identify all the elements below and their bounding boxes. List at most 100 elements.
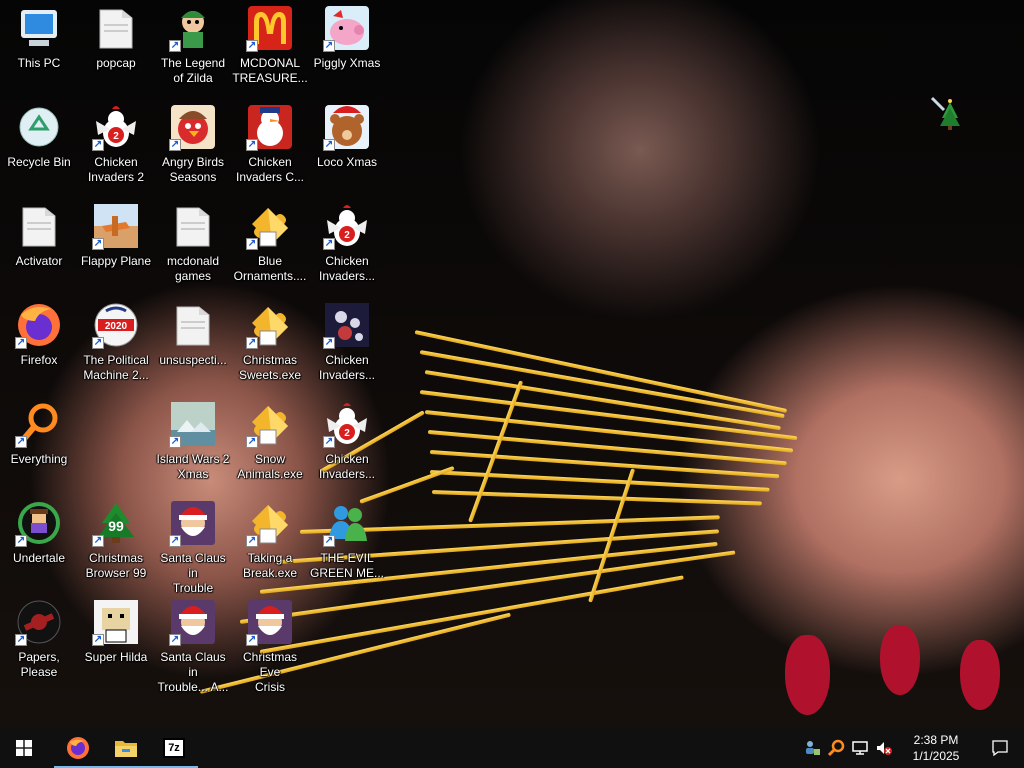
christmas-tree-cursor-icon: [930, 96, 960, 130]
desktop-icon-label: Recycle Bin: [7, 155, 71, 169]
shortcut-arrow-icon: ↗: [246, 535, 258, 547]
desktop-icon-undertale[interactable]: ↗ Undertale: [1, 499, 77, 595]
snowman-icon: ↗: [246, 103, 294, 151]
network-icon[interactable]: [848, 728, 872, 768]
shortcut-arrow-icon: ↗: [246, 634, 258, 646]
desktop-icon-label: Activator: [15, 254, 63, 268]
desktop-icon-label: popcap: [96, 56, 136, 70]
desktop-icon-mcdonal-treasure[interactable]: ↗ MCDONAL TREASURE...: [232, 4, 308, 100]
desktop-icon-angry-birds-seasons[interactable]: ↗ Angry Birds Seasons: [155, 103, 231, 199]
desktop-icon-christmas-eve-crisis[interactable]: ↗ Christmas Eve Crisis: [232, 598, 308, 694]
shortcut-arrow-icon: ↗: [15, 634, 27, 646]
desktop-icon-papers-please[interactable]: ↗ Papers, Please: [1, 598, 77, 694]
7zip-icon: 7z: [163, 738, 185, 758]
desktop-icon-the-political-machine-2[interactable]: 2020 ↗ The Political Machine 2...: [78, 301, 154, 397]
desktop-icon-label: The Political Machine 2...: [83, 353, 149, 382]
desktop-icon-this-pc[interactable]: This PC: [1, 4, 77, 100]
action-center-button[interactable]: [976, 728, 1024, 768]
desktop-icon-flappy-plane[interactable]: ↗ Flappy Plane: [78, 202, 154, 298]
desktop-icon-loco-xmas[interactable]: ↗ Loco Xmas: [309, 103, 385, 199]
desktop-icon-chicken-invaders-2[interactable]: 2 ↗ Chicken Invaders 2: [78, 103, 154, 199]
clock-time: 2:38 PM: [913, 733, 959, 747]
folder-icon: [169, 202, 217, 250]
desktop-icon-chicken-invaders[interactable]: 2 ↗ Chicken Invaders...: [309, 400, 385, 496]
desktop-icon-label: Chicken Invaders...: [318, 353, 376, 382]
desktop-icon-snow-animals-exe[interactable]: ↗ Snow Animals.exe: [232, 400, 308, 496]
shortcut-arrow-icon: ↗: [246, 436, 258, 448]
shortcut-arrow-icon: ↗: [15, 436, 27, 448]
desktop-icon-label: Angry Birds Seasons: [161, 155, 225, 184]
windows-logo-icon: [16, 740, 32, 756]
desktop-icon-chicken-invaders-c[interactable]: ↗ Chicken Invaders C...: [232, 103, 308, 199]
chicken-icon: 2 ↗: [323, 400, 371, 448]
undertale-icon: ↗: [15, 499, 63, 547]
messenger-icon: ↗: [323, 499, 371, 547]
clock-date: 1/1/2025: [912, 749, 960, 763]
desktop-icon-taking-a-break-exe[interactable]: ↗ Taking a Break.exe: [232, 499, 308, 595]
shortcut-arrow-icon: ↗: [169, 535, 181, 547]
desktop-icon-activator[interactable]: Activator: [1, 202, 77, 298]
7zip-taskbar-button[interactable]: 7z: [150, 728, 198, 768]
desktop-icon-label: MCDONAL TREASURE...: [232, 56, 308, 85]
shortcut-arrow-icon: ↗: [92, 634, 104, 646]
santa-icon: ↗: [246, 598, 294, 646]
desktop-icon-mcdonald-games[interactable]: mcdonald games: [155, 202, 231, 298]
desktop-icon-the-legend-of-zilda[interactable]: ↗ The Legend of Zilda: [155, 4, 231, 100]
desktop-icon-christmas-browser-99[interactable]: 99 ↗ Christmas Browser 99: [78, 499, 154, 595]
folder-icon: [15, 202, 63, 250]
shortcut-arrow-icon: ↗: [169, 436, 181, 448]
shortcut-arrow-icon: ↗: [323, 238, 335, 250]
firefox-icon: ↗: [15, 301, 63, 349]
desktop-icon-santa-claus-in-trouble[interactable]: ↗ Santa Claus in Trouble: [155, 499, 231, 595]
desktop-icon-label: Blue Ornaments....: [233, 254, 307, 283]
desktop-icon-label: Everything: [10, 452, 68, 466]
firefox-icon: [67, 737, 89, 759]
user-network-icon[interactable]: [800, 728, 824, 768]
desktop-icon-unsuspecti[interactable]: unsuspecti...: [155, 301, 231, 397]
desktop-icon-firefox[interactable]: ↗ Firefox: [1, 301, 77, 397]
shortcut-arrow-icon: ↗: [92, 238, 104, 250]
bear-icon: ↗: [323, 103, 371, 151]
folder-icon: [92, 4, 140, 52]
desktop-icon-label: Santa Claus in Trouble... A...: [157, 650, 229, 694]
firefox-taskbar-button[interactable]: [54, 728, 102, 768]
desktop-icon-label: Christmas Browser 99: [85, 551, 147, 580]
svg-text:99: 99: [108, 518, 124, 534]
taskbar-clock[interactable]: 2:38 PM 1/1/2025: [896, 732, 976, 764]
santa-icon: ↗: [169, 598, 217, 646]
folder-icon: [115, 741, 137, 757]
shortcut-arrow-icon: ↗: [169, 139, 181, 151]
desktop-icon-recycle-bin[interactable]: Recycle Bin: [1, 103, 77, 199]
desktop-icon-label: Chicken Invaders...: [318, 254, 376, 283]
desktop-icon-island-wars-2-xmas[interactable]: ↗ Island Wars 2 Xmas: [155, 400, 231, 496]
shortcut-arrow-icon: ↗: [15, 337, 27, 349]
puzzle-icon: ↗: [246, 499, 294, 547]
desktop-icon-everything[interactable]: ↗ Everything: [1, 400, 77, 496]
shortcut-arrow-icon: ↗: [92, 139, 104, 151]
desktop[interactable]: This PC popcap ↗ The Legend of Zilda ↗ MCDONA…: [0, 0, 1024, 728]
volume-muted-icon[interactable]: [872, 728, 896, 768]
desktop-icon-label: Chicken Invaders C...: [235, 155, 305, 184]
desktop-icon-chicken-invaders[interactable]: ↗ Chicken Invaders...: [309, 301, 385, 397]
desktop-icon-label: Chicken Invaders 2: [87, 155, 145, 184]
desktop-icon-super-hilda[interactable]: ↗ Super Hilda: [78, 598, 154, 694]
desktop-icon-label: Snow Animals.exe: [237, 452, 303, 481]
desktop-icon-popcap[interactable]: popcap: [78, 4, 154, 100]
desktop-icon-the-evil-green-me[interactable]: ↗ THE EVIL GREEN ME...: [309, 499, 385, 595]
desktop-icon-label: Taking a Break.exe: [242, 551, 298, 580]
desktop-icon-chicken-invaders[interactable]: 2 ↗ Chicken Invaders...: [309, 202, 385, 298]
start-button[interactable]: [0, 728, 48, 768]
folder-icon: [169, 301, 217, 349]
file-explorer-taskbar-button[interactable]: [102, 728, 150, 768]
desktop-icon-piggly-xmas[interactable]: ↗ Piggly Xmas: [309, 4, 385, 100]
desktop-icon-label: Piggly Xmas: [313, 56, 381, 70]
shortcut-arrow-icon: ↗: [15, 535, 27, 547]
desktop-icon-christmas-sweets-exe[interactable]: ↗ Christmas Sweets.exe: [232, 301, 308, 397]
desktop-icon-blue-ornaments[interactable]: ↗ Blue Ornaments....: [232, 202, 308, 298]
desktop-icon-label: This PC: [17, 56, 61, 70]
desktop-icon-label: Undertale: [12, 551, 66, 565]
search-ring-icon[interactable]: [824, 728, 848, 768]
svg-text:2: 2: [344, 428, 350, 439]
desktop-icon-santa-claus-in-trouble-a[interactable]: ↗ Santa Claus in Trouble... A...: [155, 598, 231, 694]
chicken-icon: 2 ↗: [323, 202, 371, 250]
